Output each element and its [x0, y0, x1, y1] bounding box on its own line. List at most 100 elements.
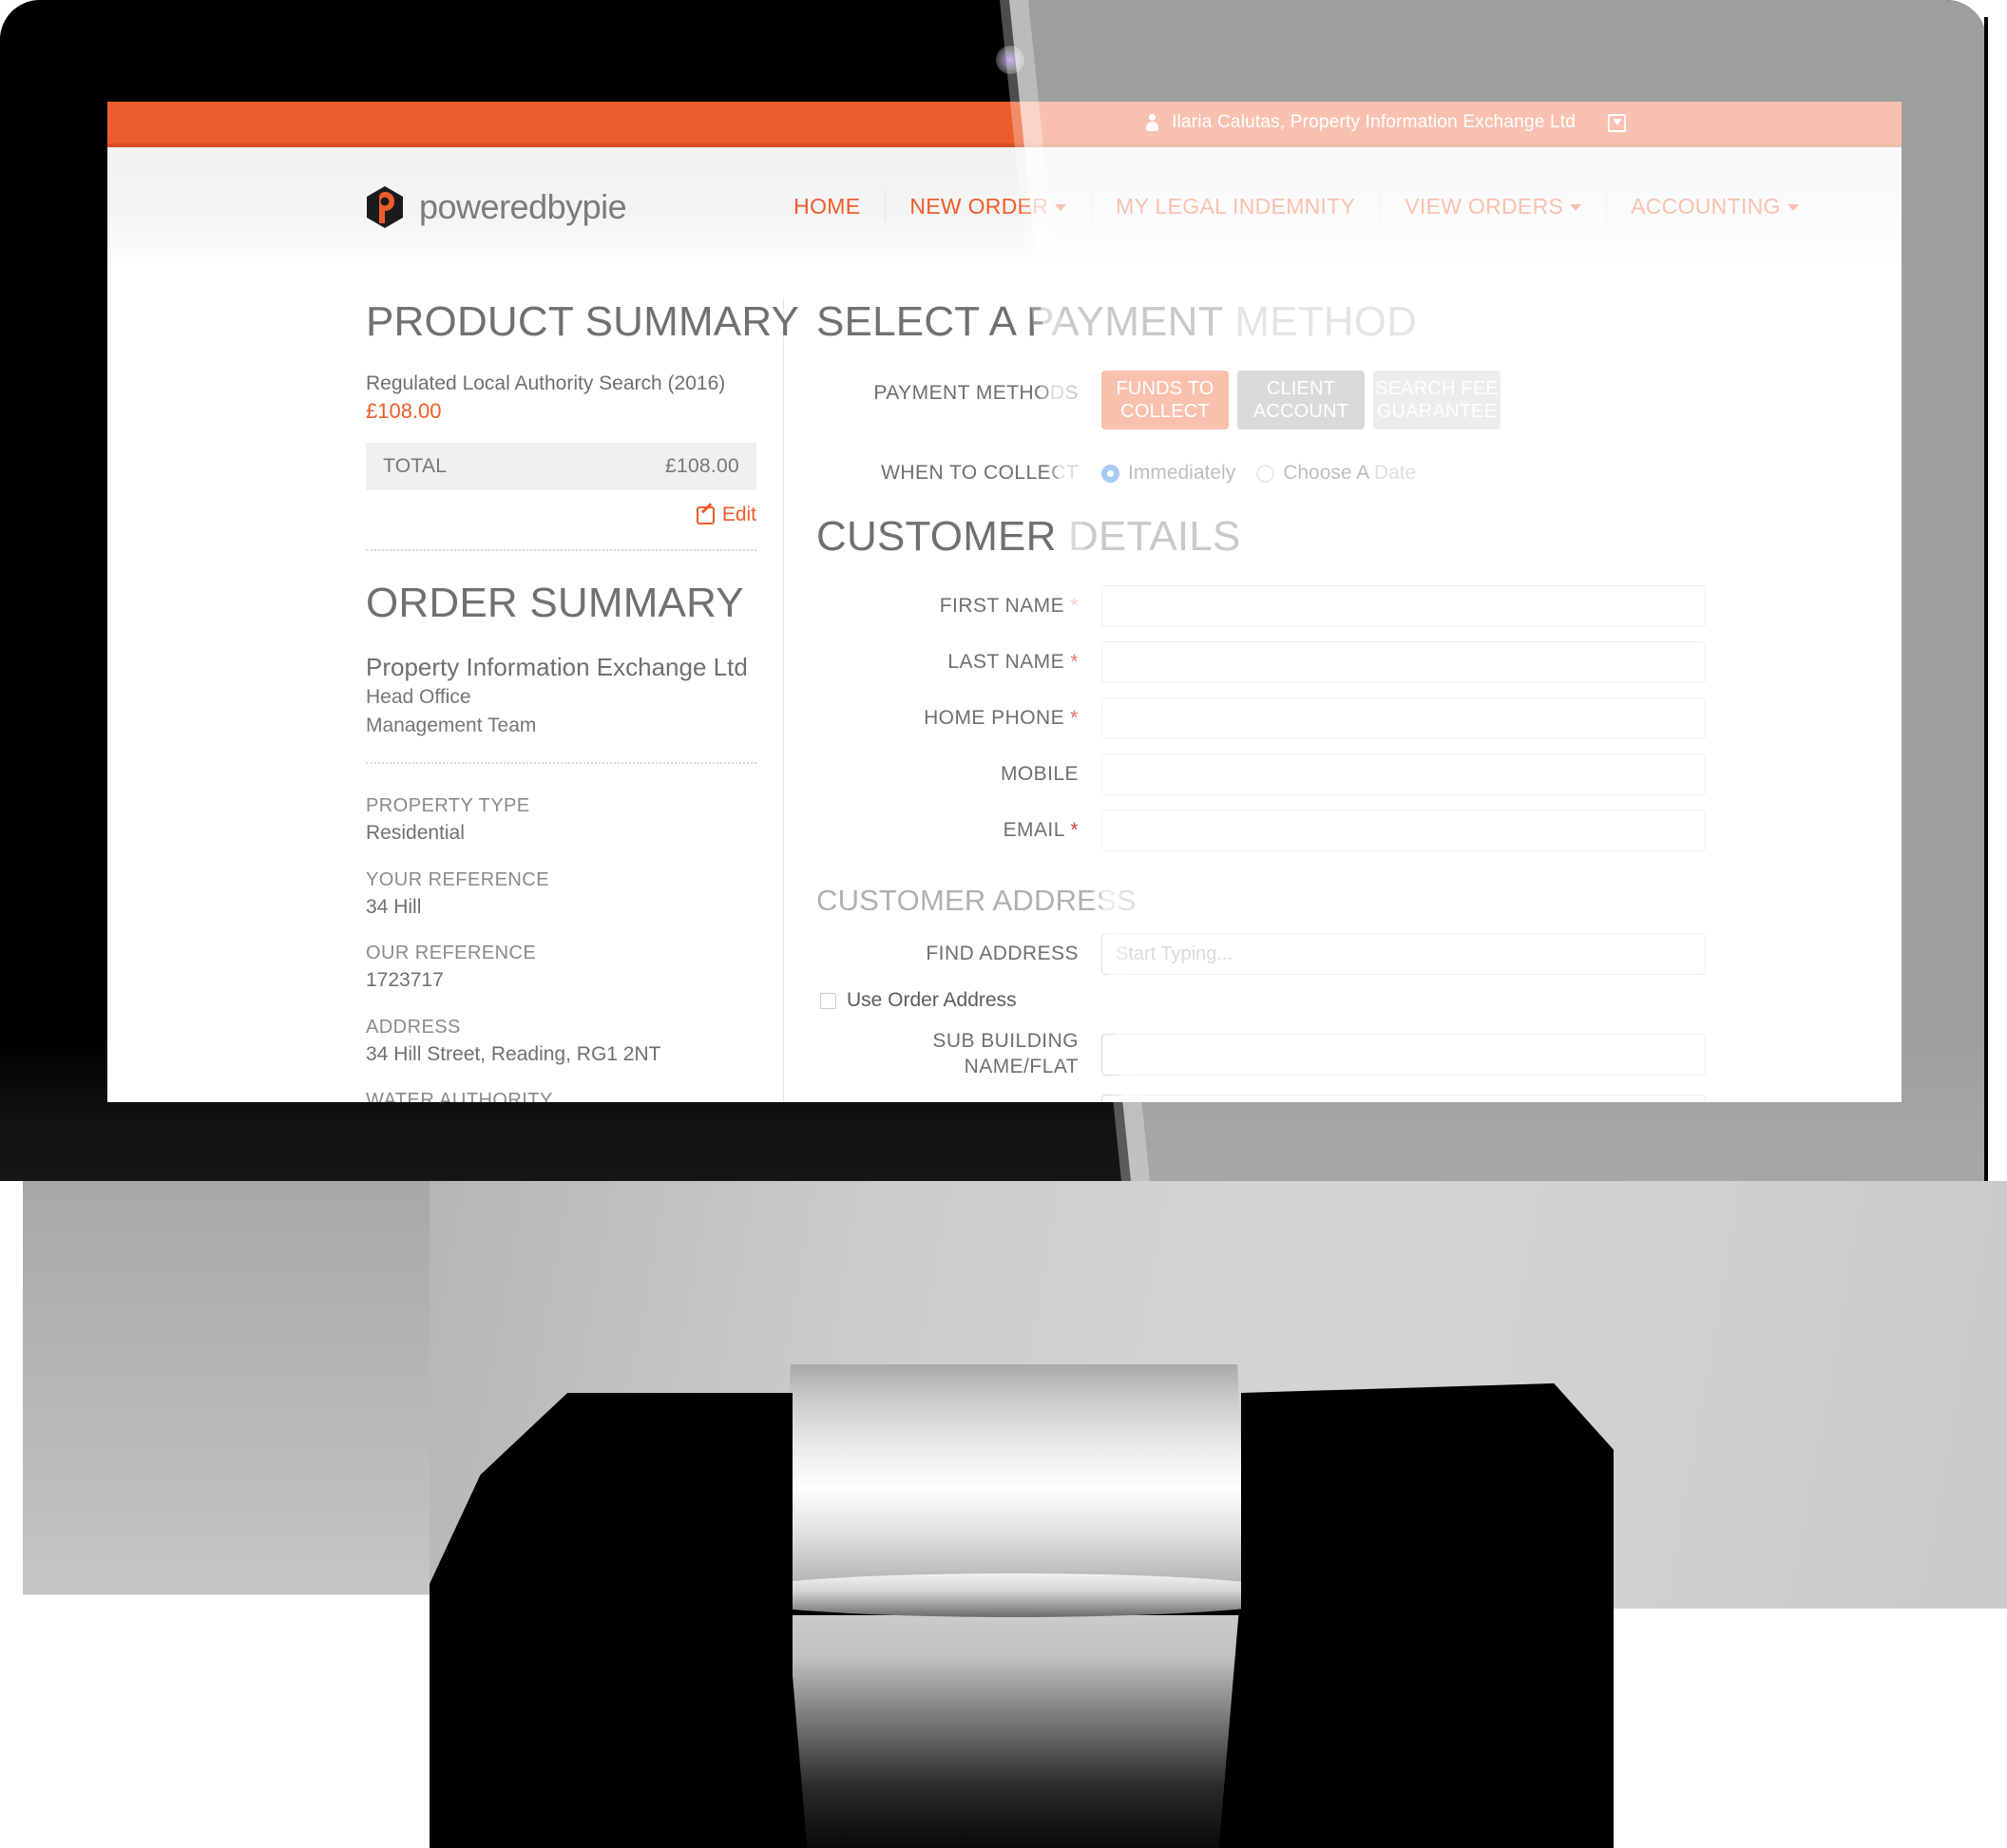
payment-method-funds-to-collect[interactable]: FUNDS TO COLLECT	[1101, 371, 1229, 429]
field-row-sub-building: SUB BUILDING NAME/FLAT	[816, 1029, 1902, 1080]
radio-label: Choose A Date	[1283, 462, 1416, 485]
order-team: Management Team	[366, 714, 537, 736]
order-field: WATER AUTHORITY Thames Water	[366, 1087, 756, 1102]
field-label: FIRST NAME *	[816, 594, 1101, 619]
use-order-address-label: Use Order Address	[847, 989, 1017, 1011]
when-to-collect-label: WHEN TO COLLECT	[881, 462, 1079, 484]
last-name-input[interactable]	[1101, 641, 1706, 683]
pencil-square-edit-icon	[696, 505, 715, 524]
heading-strong: SELECT A PAYMENT	[816, 298, 1235, 345]
order-field-value: Residential	[366, 822, 465, 845]
payment-methods-label: PAYMENT METHODS	[873, 382, 1079, 404]
poweredbypie-hexagon-logo-icon	[366, 185, 404, 229]
nav-item-my-legal-indemnity[interactable]: MY LEGAL INDEMNITY	[1091, 190, 1380, 222]
nav-label: NEW ORDER	[909, 194, 1049, 219]
order-field-key: ADDRESS	[366, 1016, 461, 1038]
brand-name: poweredbypie	[419, 186, 627, 226]
divider	[366, 762, 756, 765]
product-name: Regulated Local Authority Search (2016)	[366, 372, 726, 394]
use-order-address-checkbox[interactable]	[820, 992, 836, 1009]
product-summary-heading: PRODUCT SUMMARY	[366, 298, 800, 345]
when-to-collect-row: WHEN TO COLLECT Immediately Choose A Dat…	[816, 462, 1902, 485]
when-to-collect-options: Immediately Choose A Date	[1101, 462, 1416, 485]
field-row-mobile: MOBILE	[816, 753, 1902, 795]
order-field-key: OUR REFERENCE	[366, 943, 537, 964]
radio-immediately[interactable]: Immediately	[1101, 462, 1235, 485]
order-field: YOUR REFERENCE 34 Hill	[366, 867, 756, 921]
monitor-stand-neck	[781, 1364, 1247, 1602]
field-label: EMAIL *	[816, 818, 1101, 844]
radio-label-dim: Date	[1373, 462, 1417, 484]
customer-address-heading: CUSTOMER ADDRESS	[816, 884, 1137, 917]
field-row-email: EMAIL *	[816, 810, 1902, 851]
building-name-input[interactable]	[1101, 1094, 1706, 1102]
chevron-down-icon	[1055, 204, 1067, 212]
find-address-input[interactable]	[1101, 933, 1706, 975]
field-label-text: FIRST NAME	[939, 594, 1065, 617]
webcam-icon	[996, 46, 1024, 74]
total-label: TOTAL	[383, 455, 448, 478]
nav-item-accounting[interactable]: ACCOUNTING	[1606, 190, 1824, 222]
order-field-value: 1723717	[366, 969, 444, 992]
payment-method-client-account[interactable]: CLIENT ACCOUNT	[1237, 371, 1365, 429]
stand-reflection	[787, 1615, 1239, 1848]
page-content: PRODUCT SUMMARY Regulated Local Authorit…	[107, 266, 1902, 1102]
nav-item-home[interactable]: HOME	[769, 194, 885, 219]
order-field-value: 34 Hill Street, Reading, RG1 2NT	[366, 1042, 661, 1065]
field-label: SUB BUILDING NAME/FLAT	[932, 1030, 1079, 1077]
divider	[366, 549, 756, 552]
required-asterisk: *	[1070, 706, 1079, 729]
nav-label: VIEW ORDERS	[1405, 194, 1564, 219]
monitor-bezel: Ilaria Calutas, Property Information Exc…	[0, 0, 1986, 1181]
sub-building-input[interactable]	[1101, 1033, 1706, 1076]
radio-choose-a-date[interactable]: Choose A Date	[1256, 462, 1416, 485]
order-office: Head Office	[366, 685, 471, 708]
field-label-text: MOBILE	[1000, 762, 1079, 785]
field-label: HOME PHONE *	[816, 706, 1101, 732]
email-input[interactable]	[1101, 810, 1706, 851]
payment-methods-row: PAYMENT METHODS FUNDS TO COLLECT CLIENT …	[816, 371, 1902, 429]
account-name-label: Ilaria Calutas, Property Information Exc…	[1172, 112, 1576, 132]
nav-label: HOME	[793, 194, 861, 219]
radio-label-text: Choose A	[1283, 462, 1374, 484]
account-menu[interactable]: Ilaria Calutas, Property Information Exc…	[1146, 112, 1626, 133]
order-field: OUR REFERENCE 1723717	[366, 940, 756, 994]
brand-logo[interactable]: poweredbypie	[366, 185, 627, 229]
product-price: £108.00	[366, 399, 442, 424]
required-asterisk: *	[1070, 594, 1079, 617]
edit-product-link[interactable]: Edit	[366, 504, 756, 526]
field-label-text: EMAIL	[1003, 818, 1065, 841]
chevron-down-icon	[1787, 204, 1799, 212]
field-row-home-phone: HOME PHONE *	[816, 697, 1902, 739]
field-label: MOBILE	[816, 762, 1101, 788]
payment-method-search-fee-guarantee[interactable]: SEARCH FEE GUARANTEE	[1373, 371, 1500, 429]
required-asterisk: *	[1070, 650, 1079, 673]
chevron-down-icon	[1570, 204, 1582, 212]
field-label: FIND ADDRESS	[926, 942, 1079, 964]
use-order-address-row[interactable]: Use Order Address	[820, 989, 1902, 1012]
radio-label: Immediately	[1128, 462, 1236, 484]
field-row-building-name: BUILDING NAME	[816, 1094, 1902, 1102]
total-row: TOTAL £108.00	[366, 443, 756, 491]
field-row-first-name: FIRST NAME *	[816, 585, 1902, 627]
customer-details-heading: CUSTOMER DETAILS	[816, 513, 1241, 560]
user-icon	[1146, 114, 1159, 131]
screen-viewport: Ilaria Calutas, Property Information Exc…	[107, 102, 1902, 1102]
device-mockup-scene: Ilaria Calutas, Property Information Exc…	[0, 0, 2007, 1848]
required-asterisk: *	[1070, 818, 1079, 841]
logout-dropdown-icon[interactable]	[1608, 113, 1626, 132]
order-summary-heading: ORDER SUMMARY	[366, 580, 744, 627]
first-name-input[interactable]	[1101, 585, 1706, 627]
order-field: ADDRESS 34 Hill Street, Reading, RG1 2NT	[366, 1014, 756, 1068]
home-phone-input[interactable]	[1101, 697, 1706, 739]
nav-item-new-order[interactable]: NEW ORDER	[885, 190, 1091, 222]
nav-item-view-orders[interactable]: VIEW ORDERS	[1380, 190, 1606, 222]
payment-method-heading: SELECT A PAYMENT METHOD	[816, 298, 1902, 346]
radio-button-icon	[1256, 464, 1275, 483]
order-field: PROPERTY TYPE Residential	[366, 792, 756, 847]
payment-method-buttons: FUNDS TO COLLECT CLIENT ACCOUNT SEARCH F…	[1101, 371, 1500, 429]
mobile-input[interactable]	[1101, 753, 1706, 795]
nav-label: ACCOUNTING	[1631, 194, 1781, 219]
order-field-value: 34 Hill	[366, 895, 422, 918]
main-navigation-bar: poweredbypie HOME NEW ORDER MY LEGAL IND…	[107, 147, 1902, 266]
